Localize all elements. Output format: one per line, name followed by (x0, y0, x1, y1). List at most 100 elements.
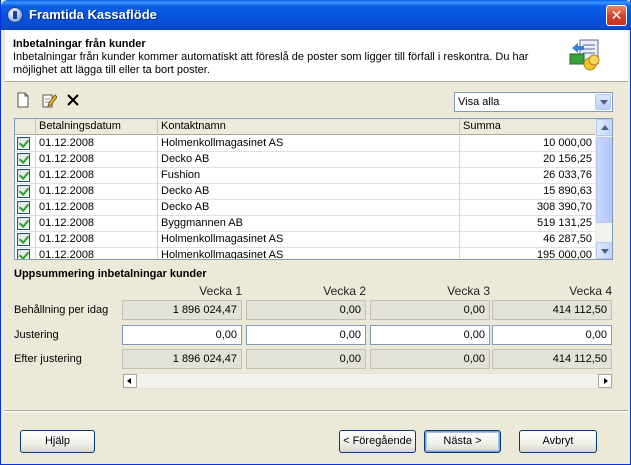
row-checkbox[interactable] (17, 153, 30, 166)
row-checkbox-cell (15, 216, 36, 232)
row-checkbox[interactable] (17, 169, 30, 182)
row-sum: 519 131,25 (460, 216, 597, 232)
header-panel: Inbetalningar från kunder Inbetalningar … (5, 30, 628, 82)
week-2-header: Vecka 2 (323, 284, 366, 298)
next-button[interactable]: Nästa > (424, 430, 501, 453)
app-icon (7, 7, 23, 23)
grid-vertical-scrollbar[interactable] (595, 119, 612, 259)
row-contact: Holmenkollmagasinet AS (158, 136, 460, 152)
balance-week-2: 0,00 (246, 300, 366, 320)
after-adjustment-week-2: 0,00 (246, 349, 366, 369)
adjustment-week-1-input[interactable]: 0,00 (122, 325, 242, 345)
close-button[interactable]: ✕ (606, 5, 627, 26)
header-check-column (15, 119, 36, 135)
row-checkbox-cell (15, 200, 36, 216)
grid-header: Betalningsdatum Kontaktnamn Summa (15, 119, 597, 135)
window-title: Framtida Kassaflöde (29, 7, 157, 22)
chevron-down-icon[interactable] (595, 94, 611, 110)
row-date: 01.12.2008 (36, 168, 158, 184)
table-row[interactable]: 01.12.2008 Byggmannen AB 519 131,25 (15, 216, 597, 232)
row-contact: Byggmannen AB (158, 216, 460, 232)
balance-label: Behållning per idag (14, 304, 109, 316)
row-sum: 195 000,00 (460, 248, 597, 259)
summary-title: Uppsummering inbetalningar kunder (14, 268, 207, 280)
row-checkbox-cell (15, 184, 36, 200)
balance-week-1: 1 896 024,47 (122, 300, 242, 320)
cashflow-icon (569, 39, 600, 71)
row-sum: 26 033,76 (460, 168, 597, 184)
header-date[interactable]: Betalningsdatum (36, 119, 158, 135)
row-date: 01.12.2008 (36, 232, 158, 248)
cancel-button[interactable]: Avbryt (519, 430, 597, 453)
scroll-right-button[interactable] (598, 374, 612, 388)
week-1-header: Vecka 1 (199, 284, 242, 298)
table-row[interactable]: 01.12.2008 Holmenkollmagasinet AS 10 000,0… (15, 136, 597, 152)
row-checkbox[interactable] (17, 249, 30, 259)
adjustment-week-3-input[interactable]: 0,00 (370, 325, 490, 345)
row-contact: Holmenkollmagasinet AS (158, 248, 460, 259)
scroll-left-button[interactable] (123, 374, 137, 388)
row-checkbox[interactable] (17, 233, 30, 246)
row-date: 01.12.2008 (36, 216, 158, 232)
week-4-header: Vecka 4 (569, 284, 612, 298)
row-checkbox[interactable] (17, 201, 30, 214)
table-row[interactable]: 01.12.2008 Decko AB 15 890,63 (15, 184, 597, 200)
scroll-up-button[interactable] (596, 119, 612, 136)
table-row[interactable]: 01.12.2008 Decko AB 20 156,25 (15, 152, 597, 168)
row-checkbox-cell (15, 168, 36, 184)
row-checkbox-cell (15, 232, 36, 248)
summary-horizontal-scrollbar[interactable] (122, 373, 613, 389)
row-checkbox-cell (15, 136, 36, 152)
back-button[interactable]: < Föregående (339, 430, 416, 453)
header-sum[interactable]: Summa (460, 119, 597, 135)
row-checkbox-cell (15, 248, 36, 259)
header-contact[interactable]: Kontaktnamn (158, 119, 460, 135)
table-row[interactable]: 01.12.2008 Holmenkollmagasinet AS 195 000,… (15, 248, 597, 259)
table-row[interactable]: 01.12.2008 Fushion 26 033,76 (15, 168, 597, 184)
row-contact: Holmenkollmagasinet AS (158, 232, 460, 248)
table-row[interactable]: 01.12.2008 Decko AB 308 390,70 (15, 200, 597, 216)
row-checkbox[interactable] (17, 217, 30, 230)
delete-icon[interactable] (65, 92, 81, 108)
after-adjustment-week-4: 414 112,50 (492, 349, 612, 369)
help-button[interactable]: Hjälp (20, 430, 95, 453)
filter-value: Visa alla (458, 96, 500, 108)
adjustment-label: Justering (14, 329, 59, 341)
row-sum: 46 287,50 (460, 232, 597, 248)
title-bar[interactable]: Framtida Kassaflöde ✕ (1, 0, 631, 30)
row-sum: 10 000,00 (460, 136, 597, 152)
row-date: 01.12.2008 (36, 200, 158, 216)
after-adjustment-label: Efter justering (14, 353, 82, 365)
balance-week-3: 0,00 (370, 300, 490, 320)
row-contact: Fushion (158, 168, 460, 184)
row-checkbox[interactable] (17, 137, 30, 150)
adjustment-week-4-input[interactable]: 0,00 (492, 325, 612, 345)
filter-dropdown[interactable]: Visa alla (454, 92, 613, 112)
row-contact: Decko AB (158, 152, 460, 168)
table-row[interactable]: 01.12.2008 Holmenkollmagasinet AS 46 287,5… (15, 232, 597, 248)
after-adjustment-week-1: 1 896 024,47 (122, 349, 242, 369)
footer-bar: Hjälp < Föregående Nästa > Avbryt (5, 412, 628, 460)
row-date: 01.12.2008 (36, 136, 158, 152)
row-checkbox-cell (15, 152, 36, 168)
page-description: Inbetalningar från kunder kommer automat… (13, 51, 529, 76)
row-date: 01.12.2008 (36, 152, 158, 168)
row-contact: Decko AB (158, 184, 460, 200)
new-document-icon[interactable] (15, 92, 31, 108)
row-contact: Decko AB (158, 200, 460, 216)
balance-week-4: 414 112,50 (492, 300, 612, 320)
row-date: 01.12.2008 (36, 248, 158, 259)
scroll-down-button[interactable] (596, 242, 612, 259)
week-3-header: Vecka 3 (447, 284, 490, 298)
row-checkbox[interactable] (17, 185, 30, 198)
row-date: 01.12.2008 (36, 184, 158, 200)
wizard-window: Framtida Kassaflöde ✕ Inbetalningar från… (0, 0, 631, 465)
row-sum: 20 156,25 (460, 152, 597, 168)
edit-icon[interactable] (41, 92, 57, 108)
page-title: Inbetalningar från kunder (13, 38, 146, 50)
adjustment-week-2-input[interactable]: 0,00 (246, 325, 366, 345)
row-sum: 15 890,63 (460, 184, 597, 200)
scroll-thumb[interactable] (596, 137, 612, 223)
after-adjustment-week-3: 0,00 (370, 349, 490, 369)
payments-grid: Betalningsdatum Kontaktnamn Summa 01.12.… (14, 118, 613, 260)
